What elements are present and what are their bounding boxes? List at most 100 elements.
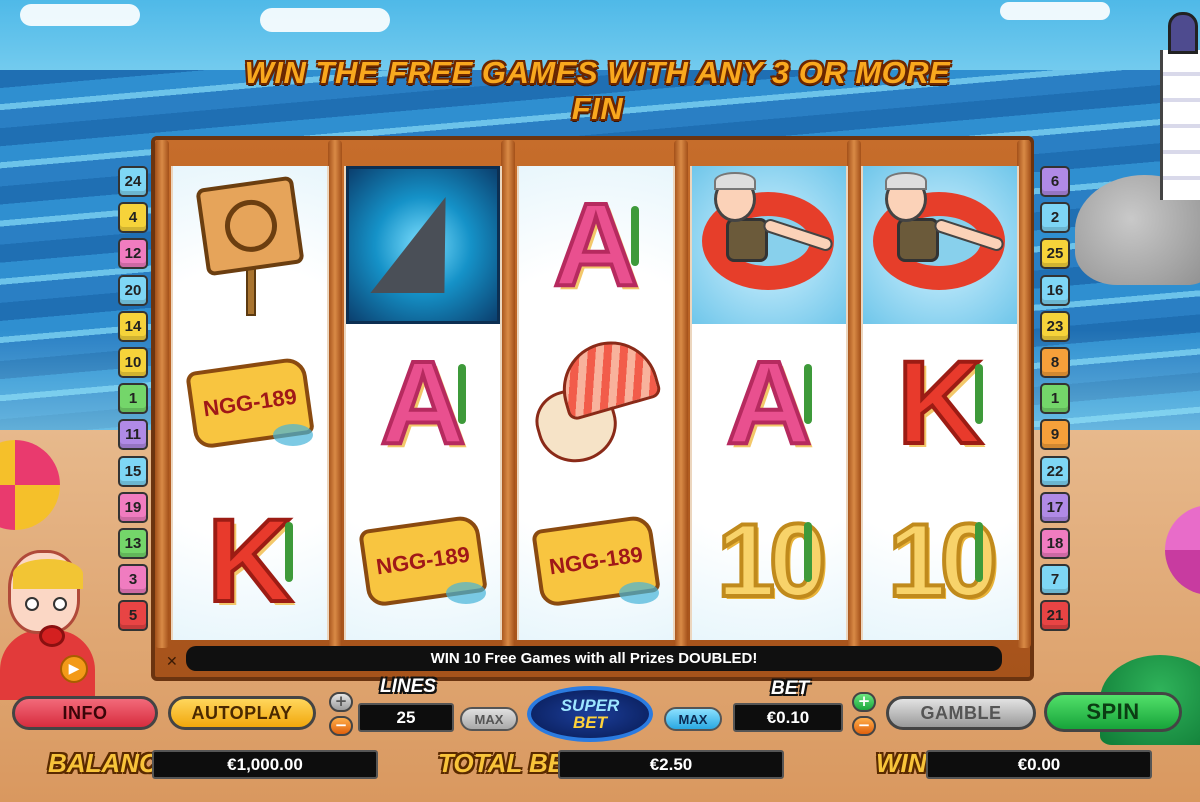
guy-face [8, 550, 83, 647]
payline-badge[interactable]: 10 [118, 346, 148, 378]
balance-value: €1,000.00 [152, 750, 378, 779]
payline-badge[interactable]: 19 [118, 491, 148, 523]
total-bet-value: €2.50 [558, 750, 784, 779]
win-value: €0.00 [926, 750, 1152, 779]
symbol-10: 10 [863, 482, 1017, 640]
reel-divider [1017, 140, 1031, 648]
payline-badge[interactable]: 16 [1040, 274, 1070, 306]
payline-badge[interactable]: 13 [118, 527, 148, 559]
frame-corner-mark: ✕ [166, 654, 178, 670]
symbol-number-plate: NGG-189 [173, 324, 327, 482]
symbol-letter: K [205, 495, 294, 627]
symbol-letter: A [724, 337, 813, 469]
symbol-letter: A [378, 337, 467, 469]
cloud [260, 8, 390, 32]
symbol-10: 10 [692, 482, 846, 640]
payline-badge[interactable]: 14 [118, 310, 148, 342]
seaweed-decoration [285, 522, 293, 582]
payline-badge[interactable]: 18 [1040, 527, 1070, 559]
symbol-a: A [346, 324, 500, 482]
payline-badge[interactable]: 21 [1040, 600, 1070, 632]
payline-badge[interactable]: 17 [1040, 491, 1070, 523]
symbol-man-on-float [692, 166, 846, 324]
payline-badge[interactable]: 4 [118, 202, 148, 234]
reel-divider [847, 140, 861, 648]
bet-increase-button[interactable]: + [852, 692, 876, 712]
promo-banner: WIN THE FREE GAMES WITH ANY 3 OR MORE FI… [244, 55, 951, 126]
payline-badge[interactable]: 8 [1040, 346, 1070, 378]
bet-value: €0.10 [733, 703, 843, 732]
man-hair [714, 172, 756, 190]
seaweed-decoration [804, 364, 812, 424]
reel-divider [328, 140, 342, 648]
payline-badge[interactable]: 3 [118, 564, 148, 596]
superbet-button[interactable]: SUPER BET [527, 686, 653, 742]
cloud [20, 4, 140, 26]
guy-hair [13, 559, 83, 589]
symbol-jellyfish [519, 324, 673, 482]
symbol-man-on-float [863, 166, 1017, 324]
lighthouse-top [1168, 12, 1198, 54]
seaweed-decoration [804, 522, 812, 582]
payline-badge[interactable]: 23 [1040, 310, 1070, 342]
lines-decrease-button[interactable]: − [329, 716, 353, 736]
reel-divider [501, 140, 515, 648]
superbet-label-2: BET [573, 713, 607, 732]
cloud [1000, 2, 1110, 20]
payline-badge[interactable]: 11 [118, 419, 148, 451]
reel-2: A NGG-189 [344, 166, 502, 640]
payline-badge[interactable]: 25 [1040, 238, 1070, 270]
man-torso [897, 218, 939, 262]
jellyfish-dome [551, 330, 663, 422]
info-button[interactable]: INFO [12, 696, 158, 730]
symbol-k: K [863, 324, 1017, 482]
symbol-a: A [692, 324, 846, 482]
win-label: WIN [876, 748, 927, 778]
sound-icon[interactable]: ▶ [60, 655, 88, 683]
payline-badge[interactable]: 9 [1040, 419, 1070, 451]
payline-badge[interactable]: 22 [1040, 455, 1070, 487]
lines-increase-button[interactable]: + [329, 692, 353, 712]
reel-5: K 10 [861, 166, 1019, 640]
symbol-letter: A [551, 179, 640, 311]
symbol-letter: K [895, 337, 984, 469]
payline-badge[interactable]: 20 [118, 274, 148, 306]
symbol-number-plate: NGG-189 [346, 482, 500, 640]
paylines-right: 6 2 25 16 23 8 1 9 22 17 18 7 21 [1040, 166, 1070, 636]
max-bet-button[interactable]: MAX [664, 707, 722, 731]
info-message: WIN 10 Free Games with all Prizes DOUBLE… [186, 646, 1002, 671]
seaweed-decoration [631, 206, 639, 266]
water-splash [446, 582, 486, 604]
payline-badge[interactable]: 1 [118, 383, 148, 415]
shark-fin-icon [370, 197, 476, 293]
payline-badge[interactable]: 2 [1040, 202, 1070, 234]
lighthouse [1160, 50, 1200, 200]
reels-frame: NGG-189 K A NGG-189 A NGG-189 A 10 K 10 [151, 136, 1034, 681]
lines-label: LINES [380, 676, 436, 697]
reel-divider [155, 140, 169, 648]
payline-badge[interactable]: 1 [1040, 383, 1070, 415]
sign-board [195, 175, 305, 277]
superbet-label-1: SUPER [560, 696, 620, 715]
payline-badge[interactable]: 24 [118, 166, 148, 197]
payline-badge[interactable]: 6 [1040, 166, 1070, 197]
paylines-left: 24 4 12 20 14 10 1 11 15 19 13 3 5 [118, 166, 148, 636]
reel-divider [674, 140, 688, 648]
symbol-no-swimming-sign [173, 166, 327, 324]
payline-badge[interactable]: 7 [1040, 564, 1070, 596]
bet-label: BET [771, 678, 809, 699]
guy-mouth [39, 625, 65, 647]
autoplay-button[interactable]: AUTOPLAY [168, 696, 316, 730]
bet-decrease-button[interactable]: − [852, 716, 876, 736]
water-splash [619, 582, 659, 604]
man-torso [726, 218, 768, 262]
spin-button[interactable]: SPIN [1044, 692, 1182, 732]
payline-badge[interactable]: 5 [118, 600, 148, 632]
payline-badge[interactable]: 15 [118, 455, 148, 487]
max-lines-button[interactable]: MAX [460, 707, 518, 731]
payline-badge[interactable]: 12 [118, 238, 148, 270]
symbol-number-plate: NGG-189 [519, 482, 673, 640]
reel-3: A NGG-189 [517, 166, 675, 640]
symbol-k: K [173, 482, 327, 640]
gamble-button[interactable]: GAMBLE [886, 696, 1036, 730]
